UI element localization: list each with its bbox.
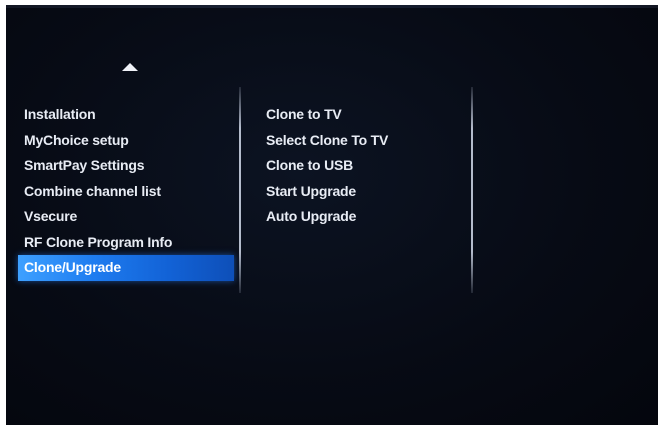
- tv-screen: Installation MyChoice setup SmartPay Set…: [6, 5, 658, 425]
- column-divider: [471, 87, 473, 293]
- menu-item-clone-upgrade[interactable]: Clone/Upgrade: [18, 255, 234, 281]
- submenu-item-select-clone-to-tv[interactable]: Select Clone To TV: [260, 128, 460, 154]
- submenu-item-clone-to-usb[interactable]: Clone to USB: [260, 153, 460, 179]
- submenu-item-start-upgrade[interactable]: Start Upgrade: [260, 179, 460, 205]
- menu-item-vsecure[interactable]: Vsecure: [18, 204, 234, 230]
- submenu-item-clone-to-tv[interactable]: Clone to TV: [260, 102, 460, 128]
- settings-menu-left: Installation MyChoice setup SmartPay Set…: [18, 102, 234, 281]
- menu-item-mychoice-setup[interactable]: MyChoice setup: [18, 128, 234, 154]
- menu-item-rf-clone-program-info[interactable]: RF Clone Program Info: [18, 230, 234, 256]
- menu-item-smartpay-settings[interactable]: SmartPay Settings: [18, 153, 234, 179]
- menu-item-installation[interactable]: Installation: [18, 102, 234, 128]
- top-edge-strip: [6, 5, 658, 8]
- submenu-clone-upgrade: Clone to TV Select Clone To TV Clone to …: [260, 102, 460, 230]
- menu-item-combine-channel-list[interactable]: Combine channel list: [18, 179, 234, 205]
- scroll-up-arrow-icon[interactable]: [122, 63, 138, 71]
- submenu-item-auto-upgrade[interactable]: Auto Upgrade: [260, 204, 460, 230]
- column-divider: [239, 87, 241, 293]
